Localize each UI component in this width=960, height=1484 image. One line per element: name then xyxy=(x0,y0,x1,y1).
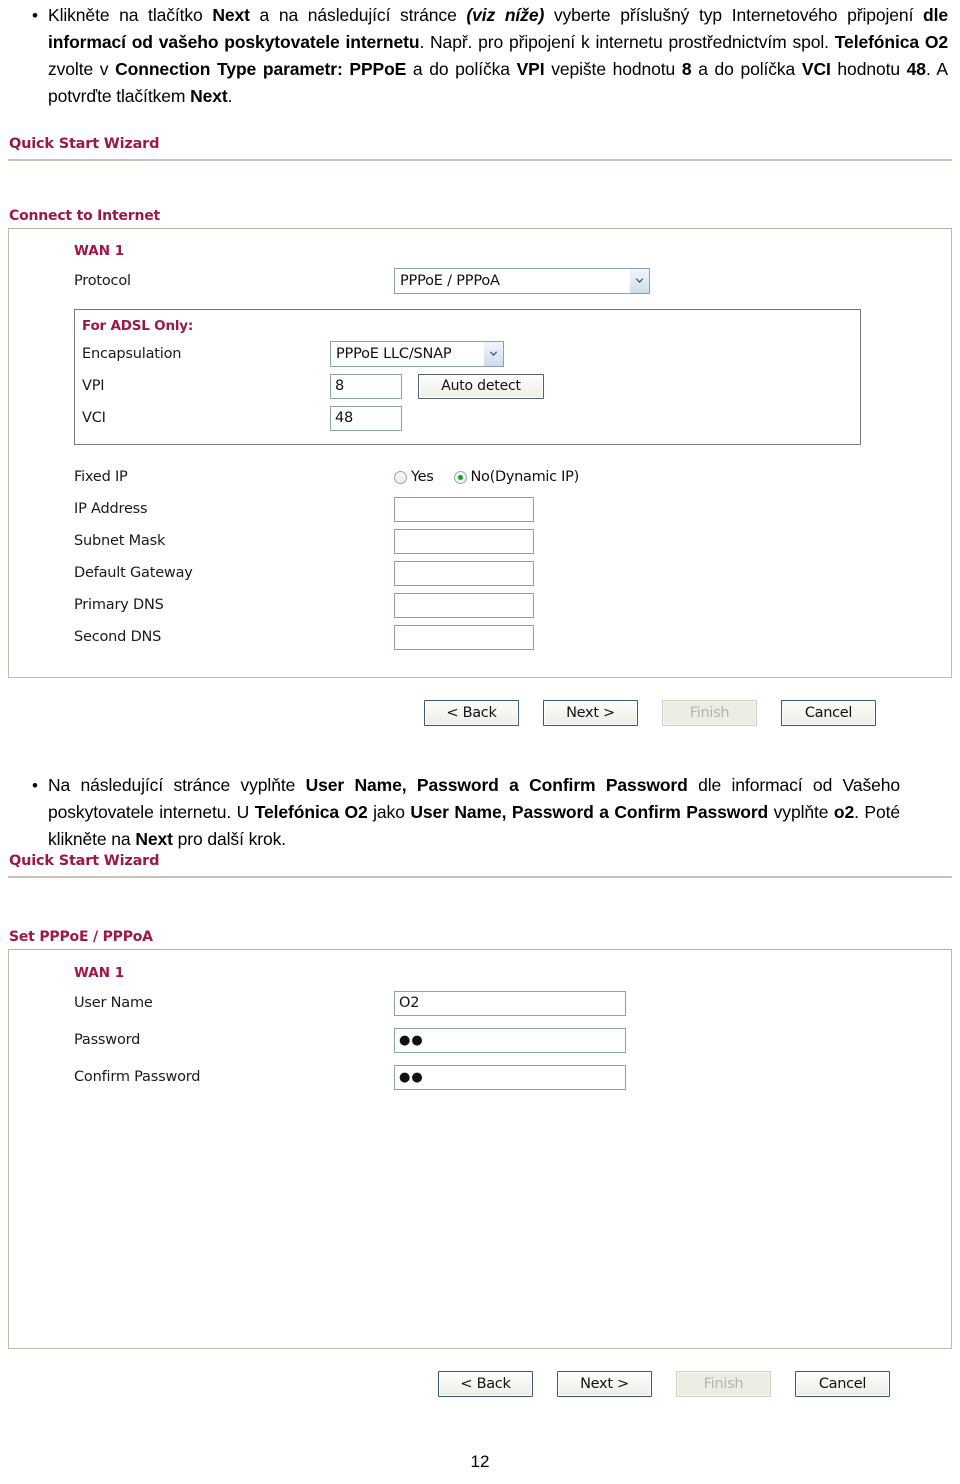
protocol-row: Protocol PPPoE / PPPoA xyxy=(74,265,951,297)
auto-detect-button[interactable]: Auto detect xyxy=(418,373,544,399)
connect-to-internet-panel: WAN 1 Protocol PPPoE / PPPoA For ADSL On… xyxy=(8,228,952,678)
vpi-row: VPI 8 Auto detect xyxy=(82,370,860,402)
wizard-nav-buttons: < Back Next > Finish Cancel xyxy=(8,1371,952,1397)
vpi-label: VPI xyxy=(82,378,105,394)
ip-address-label: IP Address xyxy=(74,501,148,517)
router-screenshot-connect-to-internet: Quick Start Wizard Connect to Internet W… xyxy=(8,136,952,726)
wizard-title: Quick Start Wizard xyxy=(9,853,160,869)
wizard-nav-buttons: < Back Next > Finish Cancel xyxy=(8,700,952,726)
primary-dns-label: Primary DNS xyxy=(74,597,164,613)
encapsulation-row: Encapsulation PPPoE LLC/SNAP xyxy=(82,338,860,370)
instruction-paragraph-2: • Na následující stránce vyplňte User Na… xyxy=(0,772,900,853)
second-dns-label: Second DNS xyxy=(74,629,162,645)
wizard-title-divider xyxy=(8,876,952,879)
user-name-label: User Name xyxy=(74,995,153,1011)
user-name-input[interactable]: O2 xyxy=(394,990,626,1016)
page-number: 12 xyxy=(470,1452,490,1471)
second-dns-input[interactable] xyxy=(394,624,534,650)
instruction-paragraph-1-text: Klikněte na tlačítko Next a na následují… xyxy=(48,5,948,106)
set-pppoe-panel: WAN 1 User Name O2 Password ●● Confirm P… xyxy=(8,949,952,1349)
fixed-ip-row: Fixed IP Yes No(Dynamic IP) xyxy=(74,461,951,493)
fixed-ip-no-label: No(Dynamic IP) xyxy=(470,469,580,485)
vpi-input[interactable]: 8 xyxy=(330,373,402,399)
bullet-marker: • xyxy=(32,6,38,25)
default-gateway-input[interactable] xyxy=(394,560,534,586)
password-input[interactable]: ●● xyxy=(394,1027,626,1053)
encapsulation-select[interactable]: PPPoE LLC/SNAP xyxy=(330,341,504,367)
chevron-down-icon[interactable] xyxy=(483,342,503,366)
ip-address-input[interactable] xyxy=(394,496,534,522)
vci-label: VCI xyxy=(82,410,106,426)
wizard-title-divider xyxy=(8,159,952,162)
fixed-ip-no-option[interactable]: No(Dynamic IP) xyxy=(453,469,580,485)
finish-button: Finish xyxy=(662,700,757,726)
back-button[interactable]: < Back xyxy=(424,700,519,726)
confirm-password-row: Confirm Password ●● xyxy=(74,1061,951,1093)
back-button[interactable]: < Back xyxy=(438,1371,533,1397)
for-adsl-only-box: For ADSL Only: Encapsulation PPPoE LLC/S… xyxy=(74,309,861,445)
fixed-ip-label: Fixed IP xyxy=(74,469,128,485)
section-title-connect-to-internet: Connect to Internet xyxy=(9,208,160,224)
wan-1-heading: WAN 1 xyxy=(74,965,125,981)
password-label: Password xyxy=(74,1032,141,1048)
user-name-row: User Name O2 xyxy=(74,987,951,1019)
wan-1-heading: WAN 1 xyxy=(74,243,125,259)
protocol-select[interactable]: PPPoE / PPPoA xyxy=(394,268,650,294)
ip-address-row: IP Address xyxy=(74,493,951,525)
protocol-select-value: PPPoE / PPPoA xyxy=(400,273,500,289)
primary-dns-input[interactable] xyxy=(394,592,534,618)
subnet-mask-input[interactable] xyxy=(394,528,534,554)
cancel-button[interactable]: Cancel xyxy=(781,700,876,726)
router-screenshot-set-pppoe: Quick Start Wizard Set PPPoE / PPPoA WAN… xyxy=(8,853,952,1397)
next-button[interactable]: Next > xyxy=(557,1371,652,1397)
vci-input[interactable]: 48 xyxy=(330,405,402,431)
wizard-title: Quick Start Wizard xyxy=(9,136,160,152)
protocol-label: Protocol xyxy=(74,273,131,289)
radio-dot xyxy=(457,474,463,480)
instruction-paragraph-1: • Klikněte na tlačítko Next a na následu… xyxy=(0,2,948,110)
vci-row: VCI 48 xyxy=(82,402,860,434)
instruction-paragraph-2-text: Na následující stránce vyplňte User Name… xyxy=(48,775,901,849)
next-button[interactable]: Next > xyxy=(543,700,638,726)
chevron-down-icon[interactable] xyxy=(629,269,649,293)
fixed-ip-radio-group: Yes No(Dynamic IP) xyxy=(394,469,579,485)
section-title-set-pppoe: Set PPPoE / PPPoA xyxy=(9,929,153,945)
subnet-mask-label: Subnet Mask xyxy=(74,533,166,549)
encapsulation-label: Encapsulation xyxy=(82,346,182,362)
default-gateway-row: Default Gateway xyxy=(74,557,951,589)
primary-dns-row: Primary DNS xyxy=(74,589,951,621)
confirm-password-label: Confirm Password xyxy=(74,1069,201,1085)
radio-unselected-icon[interactable] xyxy=(394,470,407,484)
default-gateway-label: Default Gateway xyxy=(74,565,193,581)
second-dns-row: Second DNS xyxy=(74,621,951,653)
radio-selected-icon[interactable] xyxy=(453,470,467,484)
confirm-password-input[interactable]: ●● xyxy=(394,1064,626,1090)
encapsulation-select-value: PPPoE LLC/SNAP xyxy=(336,346,452,362)
subnet-mask-row: Subnet Mask xyxy=(74,525,951,557)
fixed-ip-yes-label: Yes xyxy=(411,469,434,485)
for-adsl-only-title: For ADSL Only: xyxy=(82,318,194,334)
fixed-ip-yes-option[interactable]: Yes xyxy=(394,469,434,485)
cancel-button[interactable]: Cancel xyxy=(795,1371,890,1397)
password-row: Password ●● xyxy=(74,1024,951,1056)
bullet-marker: • xyxy=(32,776,38,795)
finish-button: Finish xyxy=(676,1371,771,1397)
